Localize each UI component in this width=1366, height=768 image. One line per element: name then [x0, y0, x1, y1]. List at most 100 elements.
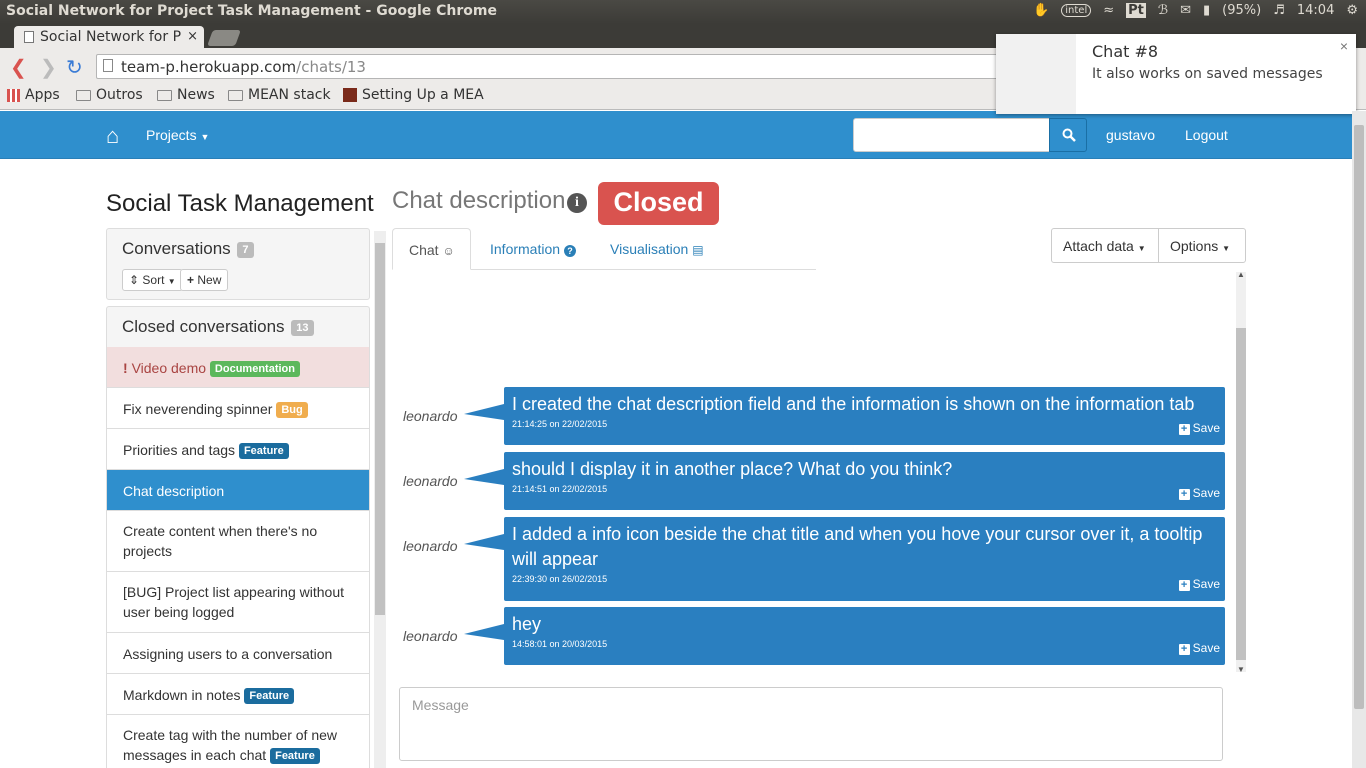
chat-scrollbar[interactable]: ▲ ▼ — [1236, 270, 1246, 674]
save-message-button[interactable]: + Save — [1178, 421, 1220, 435]
tab-visualisation[interactable]: Visualisation ▤ — [594, 228, 724, 270]
list-item[interactable]: ! Video demo Documentation — [107, 347, 369, 388]
notification-image — [996, 34, 1076, 114]
list-item[interactable]: Create content when there's no projects — [107, 511, 369, 572]
list-item-label: Markdown in notes — [123, 687, 241, 703]
attach-data-dropdown[interactable]: Attach data ▼ — [1051, 228, 1159, 263]
sort-button[interactable]: ⇕ Sort ▼ — [122, 269, 183, 291]
home-icon[interactable]: ⌂ — [106, 123, 119, 149]
list-item-label: Fix neverending spinner — [123, 401, 273, 417]
system-tray: ✋ intel ≈ Pt ℬ ✉ ▮ (95%) ♬ 14:04 ⚙ — [1033, 3, 1358, 18]
url-host: team-p.herokuapp.com — [121, 58, 297, 76]
scroll-up-icon[interactable]: ▲ — [1237, 270, 1245, 279]
settings-gear-icon[interactable]: ⚙ — [1346, 3, 1358, 18]
notification-body: It also works on saved messages — [1092, 66, 1323, 82]
save-message-button[interactable]: + Save — [1178, 577, 1220, 591]
save-message-button[interactable]: + Save — [1178, 486, 1220, 500]
caret-down-icon: ▼ — [1222, 244, 1231, 253]
battery-percent[interactable]: (95%) — [1222, 3, 1261, 18]
bookmark-outros[interactable]: Outros — [76, 87, 143, 103]
save-message-button[interactable]: + Save — [1178, 641, 1220, 655]
message-input[interactable]: Message — [399, 687, 1223, 761]
folder-icon — [228, 89, 243, 101]
bookmark-label: News — [177, 87, 215, 103]
tag-badge: Feature — [238, 443, 289, 460]
options-dropdown[interactable]: Options ▼ — [1158, 228, 1246, 263]
desktop-notification[interactable]: Chat #8 It also works on saved messages … — [996, 34, 1356, 114]
info-icon[interactable]: i — [567, 193, 587, 213]
bookmark-mean-stack[interactable]: MEAN stack — [228, 87, 331, 103]
notification-icon[interactable]: ✋ — [1033, 3, 1049, 18]
list-item[interactable]: [BUG] Project list appearing without use… — [107, 572, 369, 633]
new-conversation-button[interactable]: + New — [180, 269, 229, 291]
list-item-active[interactable]: Chat description — [107, 470, 369, 511]
keyboard-layout-indicator[interactable]: Pt — [1126, 3, 1146, 18]
list-item[interactable]: Assigning users to a conversation — [107, 633, 369, 674]
site-favicon-icon — [343, 88, 357, 102]
list-item[interactable]: Create tag with the number of new messag… — [107, 715, 369, 768]
message-timestamp: 21:14:51 on 22/02/2015 — [512, 484, 608, 494]
reload-icon[interactable]: ↻ — [66, 55, 83, 80]
list-item[interactable]: Markdown in notes Feature — [107, 674, 369, 715]
message-text: I created the chat description field and… — [512, 394, 1195, 414]
tab-information[interactable]: Information ? — [474, 228, 592, 270]
list-item-label: Video demo — [131, 360, 207, 376]
sidebar-scrollbar[interactable] — [374, 231, 386, 768]
plus-square-icon: + — [1178, 489, 1190, 500]
page-scrollbar[interactable] — [1352, 111, 1366, 768]
scrollbar-thumb[interactable] — [1236, 328, 1246, 660]
list-item[interactable]: Priorities and tags Feature — [107, 429, 369, 470]
plus-icon: + — [187, 273, 195, 287]
bluetooth-icon[interactable]: ℬ — [1158, 3, 1168, 18]
window-title: Social Network for Project Task Manageme… — [6, 3, 497, 19]
clock[interactable]: 14:04 — [1297, 3, 1334, 18]
attach-label: Attach data — [1063, 238, 1134, 254]
message-text: hey — [512, 614, 542, 634]
list-item-label: Assigning users to a conversation — [123, 646, 333, 662]
projects-dropdown[interactable]: Projects ▼ — [146, 127, 209, 143]
chat-message: hey 14:58:01 on 20/03/2015 + Save — [504, 607, 1225, 665]
message-text: I added a info icon beside the chat titl… — [512, 524, 1203, 569]
user-link[interactable]: gustavo — [1106, 127, 1155, 143]
search-button[interactable] — [1049, 118, 1087, 152]
caret-down-icon: ▼ — [200, 132, 210, 142]
closed-conversations-list: ! Video demo Documentation Fix neverendi… — [106, 347, 370, 768]
os-top-bar: Social Network for Project Task Manageme… — [0, 0, 1366, 24]
intel-icon[interactable]: intel — [1061, 4, 1092, 17]
scroll-down-icon[interactable]: ▼ — [1237, 665, 1245, 674]
app-title: Social Task Management — [106, 190, 374, 217]
bookmark-setting-up[interactable]: Setting Up a MEA — [343, 87, 484, 103]
list-item[interactable]: Fix neverending spinner Bug — [107, 388, 369, 429]
forward-icon[interactable]: ❯ — [40, 55, 57, 80]
url-path: /chats/13 — [296, 58, 366, 76]
search-input[interactable] — [853, 118, 1050, 152]
wifi-icon[interactable]: ≈ — [1103, 3, 1114, 18]
url-field[interactable]: team-p.herokuapp.com/chats/13 — [96, 54, 1096, 79]
list-item-label: Create content when there's no projects — [123, 523, 318, 559]
tab-chat[interactable]: Chat ☺ — [392, 228, 471, 270]
volume-icon[interactable]: ♬ — [1273, 3, 1285, 18]
folder-icon — [76, 89, 91, 101]
battery-icon[interactable]: ▮ — [1203, 3, 1210, 18]
conversations-count-badge: 7 — [237, 241, 254, 258]
tab-close-icon[interactable]: × — [187, 29, 198, 44]
caret-down-icon: ▼ — [167, 277, 176, 286]
sort-label: Sort — [142, 273, 165, 287]
bookmark-news[interactable]: News — [157, 87, 215, 103]
apps-grid-icon — [7, 88, 20, 102]
scrollbar-thumb[interactable] — [375, 243, 385, 615]
notification-close-icon[interactable]: × — [1340, 38, 1348, 54]
notification-title: Chat #8 — [1092, 42, 1159, 61]
browser-tab[interactable]: Social Network for P × — [14, 26, 204, 48]
back-icon[interactable]: ❮ — [10, 55, 27, 80]
closed-count-badge: 13 — [291, 319, 314, 336]
bookmark-apps[interactable]: Apps — [7, 87, 60, 103]
mail-icon[interactable]: ✉ — [1180, 3, 1191, 18]
new-tab-button[interactable] — [207, 30, 241, 46]
logout-link[interactable]: Logout — [1185, 127, 1228, 143]
bubble-pointer — [464, 404, 504, 420]
message-author: leonardo — [403, 538, 458, 554]
closed-conversations-panel: Closed conversations 13 — [106, 306, 370, 348]
scrollbar-thumb[interactable] — [1354, 125, 1364, 709]
conversations-panel: Conversations 7 ⇕ Sort ▼ + New — [106, 228, 370, 300]
